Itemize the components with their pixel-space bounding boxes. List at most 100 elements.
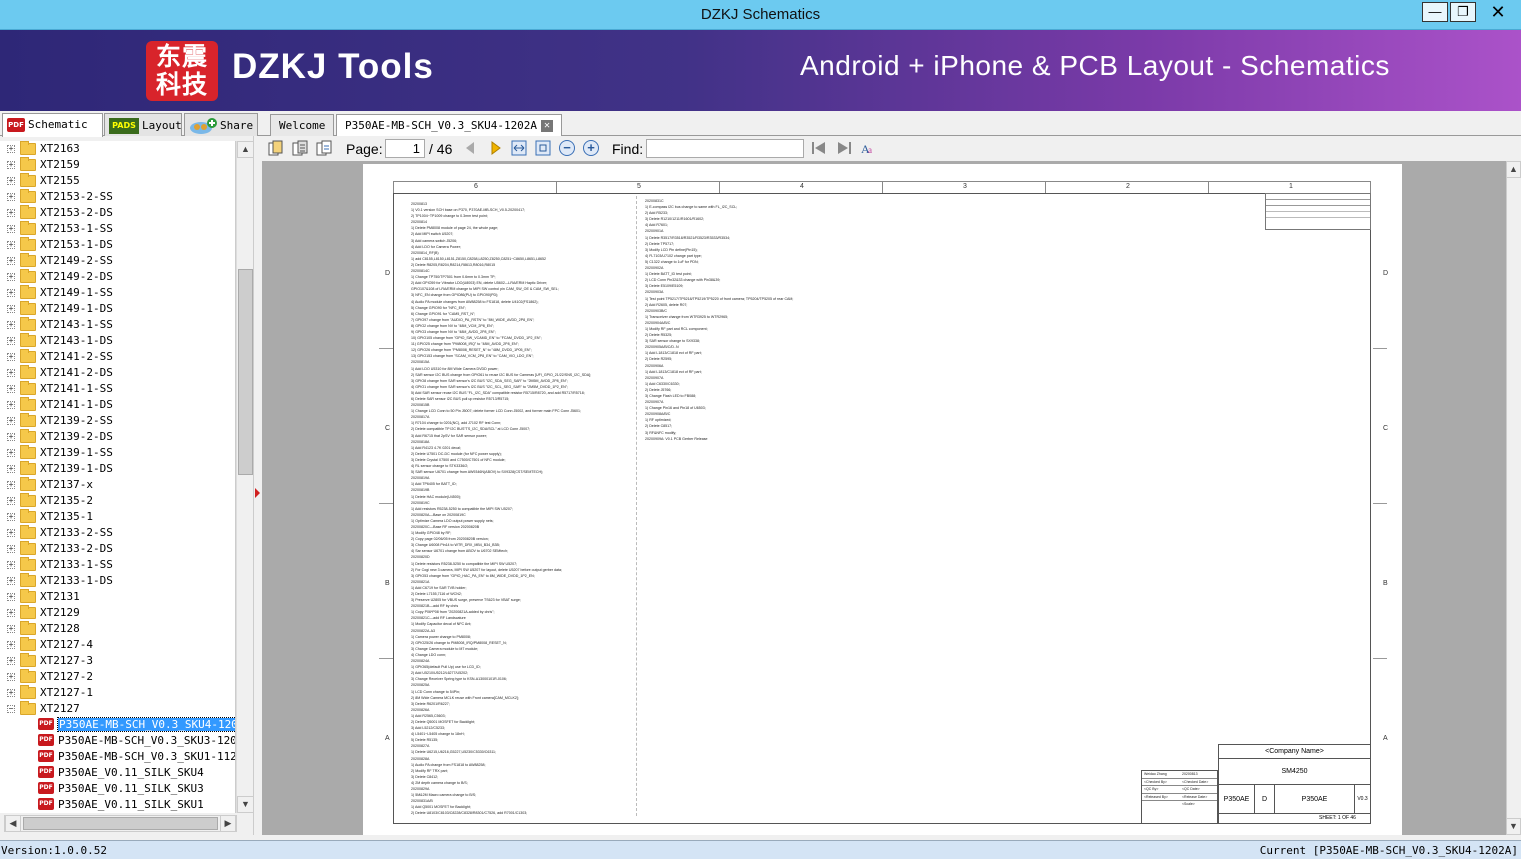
find-previous-icon[interactable] [811,140,827,156]
tree-folder[interactable]: + XT2135-1 [0,509,235,525]
close-button[interactable]: ✕ [1476,2,1520,22]
viewer-vertical-scrollbar[interactable]: ▲ ▼ [1506,161,1521,835]
minimize-button[interactable]: — [1422,2,1448,22]
tab-layout[interactable]: PADS Layout [104,113,182,136]
viewer-scroll-up-icon[interactable]: ▲ [1506,161,1521,178]
expand-icon[interactable]: + [7,673,15,681]
expand-icon[interactable]: + [7,177,15,185]
tree-folder[interactable]: + XT2149-2-DS [0,269,235,285]
file-tree[interactable]: + XT2163 + XT2159 + XT2155 + XT2153-2-SS + XT2153… [0,141,236,813]
scroll-right-icon[interactable]: ▶ [220,815,236,832]
fit-width-icon[interactable] [511,140,527,156]
tree-vertical-scrollbar[interactable]: ▲ ▼ [236,141,254,813]
tree-folder[interactable]: + XT2155 [0,173,235,189]
viewer-scroll-down-icon[interactable]: ▼ [1506,818,1521,835]
tab-welcome[interactable]: Welcome [270,114,335,136]
expand-icon[interactable]: + [7,529,15,537]
expand-icon[interactable]: + [7,561,15,569]
scroll-left-icon[interactable]: ◀ [5,815,21,832]
expand-icon[interactable]: + [7,433,15,441]
tree-folder[interactable]: + XT2129 [0,605,235,621]
find-input[interactable] [646,139,804,158]
tree-file[interactable]: PDF P350AE_V0.11_SILK_SKU1 [0,797,235,813]
tree-folder[interactable]: + XT2141-2-DS [0,365,235,381]
tree-folder[interactable]: + XT2149-1-DS [0,301,235,317]
scroll-up-icon[interactable]: ▲ [237,141,254,158]
expand-icon[interactable]: + [7,641,15,649]
tree-folder[interactable]: + XT2143-1-DS [0,333,235,349]
expand-icon[interactable]: + [7,385,15,393]
zoom-out-icon[interactable]: − [559,140,575,156]
scroll-thumb[interactable] [238,269,253,475]
tree-folder[interactable]: + XT2127-3 [0,653,235,669]
tab-active-document[interactable]: P350AE-MB-SCH_V0.3_SKU4-1202A ✕ [336,114,563,137]
expand-icon[interactable]: + [7,609,15,617]
expand-icon[interactable]: + [7,593,15,601]
tree-folder[interactable]: + XT2153-1-DS [0,237,235,253]
page-number-input[interactable]: 1 [385,139,425,158]
expand-icon[interactable]: + [7,401,15,409]
expand-icon[interactable]: + [7,465,15,473]
tree-folder[interactable]: + XT2153-1-SS [0,221,235,237]
copy-page-icon[interactable] [292,140,308,156]
tree-folder[interactable]: + XT2149-1-SS [0,285,235,301]
expand-icon[interactable]: + [7,353,15,361]
tree-folder[interactable]: + XT2149-2-SS [0,253,235,269]
tree-folder[interactable]: + XT2133-2-SS [0,525,235,541]
scroll-down-icon[interactable]: ▼ [237,796,254,813]
expand-icon[interactable]: + [7,209,15,217]
tree-folder[interactable]: + XT2139-1-SS [0,445,235,461]
expand-icon[interactable]: + [7,241,15,249]
expand-icon[interactable]: + [7,321,15,329]
tree-folder[interactable]: + XT2133-2-DS [0,541,235,557]
tree-folder[interactable]: + XT2141-2-SS [0,349,235,365]
expand-icon[interactable]: + [7,497,15,505]
expand-icon[interactable]: + [7,193,15,201]
tree-folder[interactable]: + XT2143-1-SS [0,317,235,333]
tree-file[interactable]: PDF P350AE_V0.11_SILK_SKU4 [0,765,235,781]
expand-icon[interactable]: + [7,417,15,425]
expand-icon[interactable]: + [7,161,15,169]
tree-folder[interactable]: + XT2139-1-DS [0,461,235,477]
tree-folder[interactable]: + XT2137-x [0,477,235,493]
tree-folder[interactable]: + XT2141-1-SS [0,381,235,397]
document-viewport[interactable]: 6 5 4 3 2 1 D D C C B B A A 20200813 1) V0.1 version … [262,161,1506,835]
expand-icon[interactable]: + [7,337,15,345]
restore-button[interactable]: ❐ [1450,2,1476,22]
tree-file[interactable]: PDF P350AE-MB-SCH_V0.3_SKU3-1202A [0,733,235,749]
tree-folder[interactable]: + XT2141-1-DS [0,397,235,413]
tree-folder[interactable]: + XT2163 [0,141,235,157]
tree-folder[interactable]: + XT2153-2-DS [0,205,235,221]
expand-icon[interactable]: + [7,689,15,697]
expand-icon[interactable]: + [7,625,15,633]
tree-file[interactable]: PDF P350AE_V0.11_SILK_SKU3 [0,781,235,797]
expand-icon[interactable]: + [7,481,15,489]
expand-icon[interactable]: + [7,145,15,153]
expand-icon[interactable]: + [7,577,15,585]
expand-icon[interactable]: + [7,289,15,297]
fit-page-icon[interactable] [535,140,551,156]
tree-folder[interactable]: + XT2139-2-SS [0,413,235,429]
expand-icon[interactable]: + [7,273,15,281]
tree-folder[interactable]: − XT2127 [0,701,235,717]
next-page-icon[interactable] [488,140,504,156]
collapse-icon[interactable]: − [7,705,15,713]
tree-folder[interactable]: + XT2133-1-SS [0,557,235,573]
expand-icon[interactable]: + [7,545,15,553]
tree-folder[interactable]: + XT2127-1 [0,685,235,701]
expand-icon[interactable]: + [7,257,15,265]
expand-icon[interactable]: + [7,657,15,665]
tree-folder[interactable]: + XT2139-2-DS [0,429,235,445]
expand-icon[interactable]: + [7,225,15,233]
tree-folder[interactable]: + XT2127-4 [0,637,235,653]
tree-horizontal-scrollbar[interactable]: ◀ ▶ [4,815,237,832]
tree-folder[interactable]: + XT2133-1-DS [0,573,235,589]
panel-splitter[interactable] [253,136,261,835]
tree-folder[interactable]: + XT2135-2 [0,493,235,509]
collapse-arrow-icon[interactable] [255,488,260,498]
expand-icon[interactable]: + [7,369,15,377]
previous-page-icon[interactable] [462,140,478,156]
tree-folder[interactable]: + XT2153-2-SS [0,189,235,205]
tree-folder[interactable]: + XT2159 [0,157,235,173]
expand-icon[interactable]: + [7,305,15,313]
